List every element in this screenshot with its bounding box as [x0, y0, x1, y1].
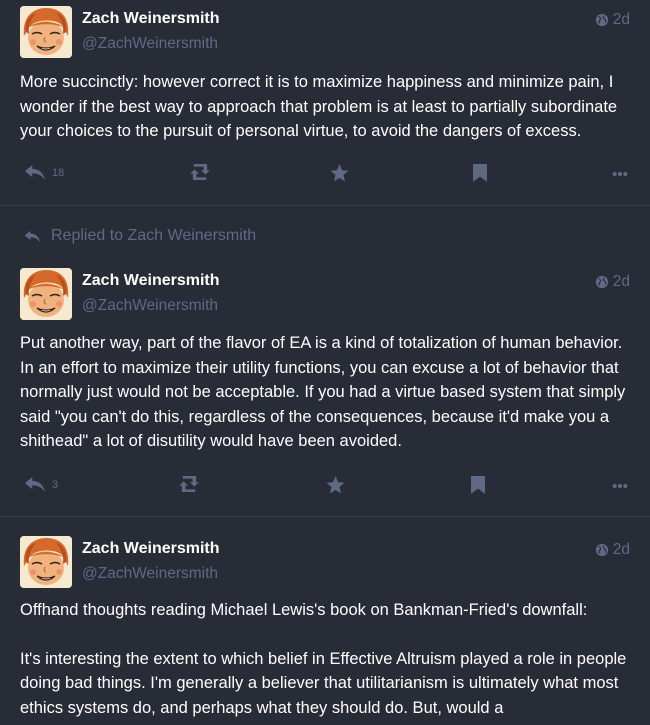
bookmark-icon	[473, 164, 487, 182]
replied-to-label: Replied to Zach Weinersmith	[51, 227, 257, 244]
more-button[interactable]	[612, 483, 628, 489]
status-divider	[0, 516, 650, 517]
author-display-name[interactable]: Zach Weinersmith	[82, 10, 220, 28]
bookmark-button[interactable]	[473, 164, 487, 182]
favourite-button[interactable]	[330, 164, 349, 182]
status-paragraph: Put another way, part of the flavor of E…	[20, 334, 626, 450]
author-display-name[interactable]: Zach Weinersmith	[82, 272, 220, 290]
ellipsis-icon	[612, 483, 628, 489]
bookmark-button[interactable]	[471, 476, 485, 494]
status-paragraph: Offhand thoughts reading Michael Lewis's…	[20, 601, 588, 619]
status-content: Offhand thoughts reading Michael Lewis's…	[20, 598, 630, 720]
star-icon	[326, 476, 345, 494]
reply-button[interactable]: 3	[24, 476, 58, 493]
status-action-bar: 3	[0, 476, 650, 496]
globe-icon	[595, 543, 609, 557]
globe-icon	[595, 13, 609, 27]
timeline: Zach Weinersmith @ZachWeinersmith 2d Mor…	[0, 0, 650, 725]
more-button[interactable]	[612, 171, 628, 177]
boost-icon	[178, 476, 200, 492]
boost-icon	[189, 164, 211, 180]
reply-icon	[24, 164, 46, 181]
reply-count: 3	[52, 478, 59, 491]
status-action-bar: 18	[0, 164, 650, 184]
status-post[interactable]: Zach Weinersmith @ZachWeinersmith 2d Put…	[0, 268, 650, 454]
relative-time[interactable]: 2d	[613, 273, 630, 291]
globe-icon	[595, 275, 609, 289]
avatar[interactable]	[20, 6, 72, 58]
status-timestamp[interactable]: 2d	[595, 273, 630, 291]
status-timestamp[interactable]: 2d	[595, 11, 630, 29]
boost-button[interactable]	[178, 476, 200, 492]
reply-count: 18	[52, 166, 65, 179]
author-handle[interactable]: @ZachWeinersmith	[82, 297, 218, 315]
favourite-button[interactable]	[326, 476, 345, 494]
author-handle[interactable]: @ZachWeinersmith	[82, 565, 218, 583]
status-paragraph: It's interesting the extent to which bel…	[20, 649, 627, 717]
bookmark-icon	[471, 476, 485, 494]
status-header: Zach Weinersmith @ZachWeinersmith 2d	[20, 268, 630, 322]
status-divider	[0, 205, 650, 206]
status-post[interactable]: Zach Weinersmith @ZachWeinersmith 2d Off…	[0, 536, 650, 720]
status-timestamp[interactable]: 2d	[595, 541, 630, 559]
status-content: Put another way, part of the flavor of E…	[20, 331, 630, 454]
boost-button[interactable]	[189, 164, 211, 180]
ellipsis-icon	[612, 171, 628, 177]
reply-button[interactable]: 18	[24, 164, 64, 181]
author-handle[interactable]: @ZachWeinersmith	[82, 35, 218, 53]
relative-time[interactable]: 2d	[613, 541, 630, 559]
status-header: Zach Weinersmith @ZachWeinersmith 2d	[20, 6, 630, 60]
reply-icon	[24, 476, 46, 493]
replied-to-prepend[interactable]: Replied to Zach Weinersmith	[24, 227, 256, 245]
avatar[interactable]	[20, 536, 72, 588]
status-paragraph: More succinctly: however correct it is t…	[20, 73, 618, 140]
status-content: More succinctly: however correct it is t…	[20, 70, 630, 144]
author-display-name[interactable]: Zach Weinersmith	[82, 540, 220, 558]
relative-time[interactable]: 2d	[613, 11, 630, 29]
star-icon	[330, 164, 349, 182]
status-post[interactable]: Zach Weinersmith @ZachWeinersmith 2d Mor…	[0, 6, 650, 144]
reply-icon	[24, 230, 41, 243]
status-header: Zach Weinersmith @ZachWeinersmith 2d	[20, 536, 630, 590]
avatar[interactable]	[20, 268, 72, 320]
